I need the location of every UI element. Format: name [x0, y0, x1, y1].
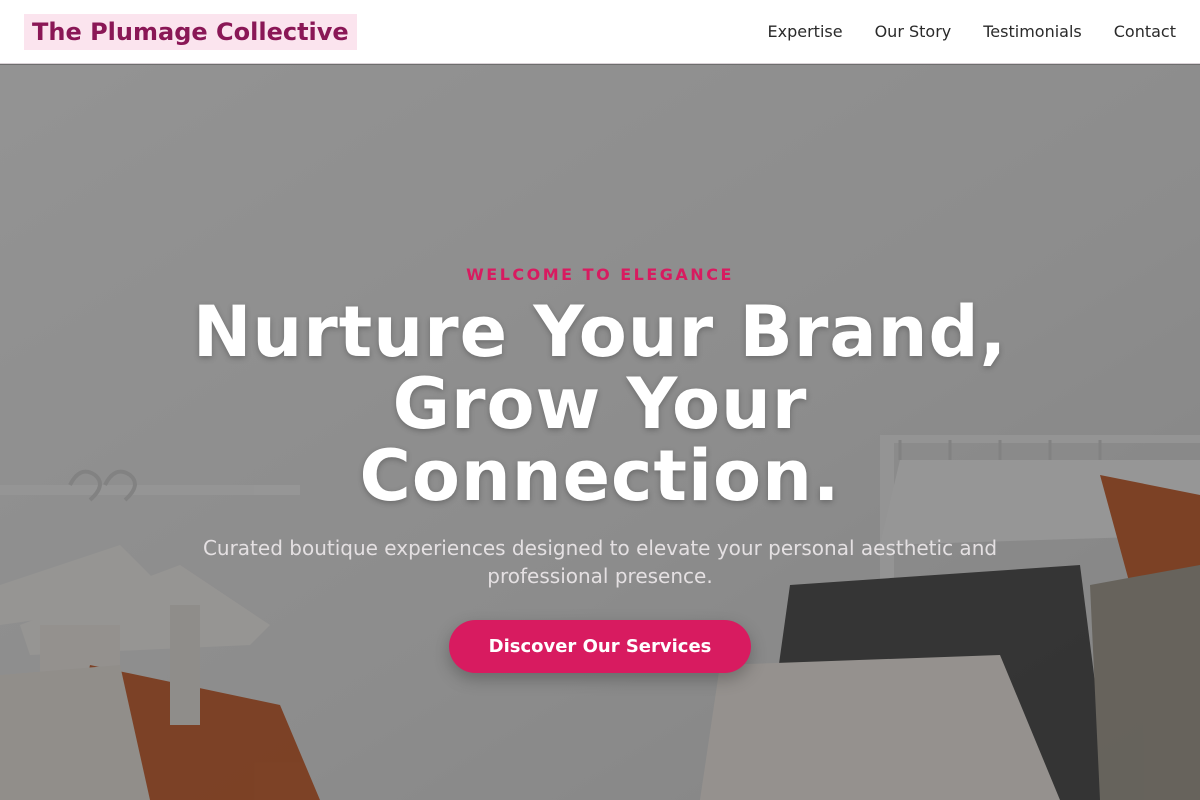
- main-nav: Expertise Our Story Testimonials Contact: [768, 22, 1176, 41]
- hero-section: WELCOME TO ELEGANCE Nurture Your Brand, …: [0, 65, 1200, 800]
- hero-subtitle: Curated boutique experiences designed to…: [202, 536, 998, 588]
- discover-services-button[interactable]: Discover Our Services: [448, 620, 752, 673]
- hero-eyebrow: WELCOME TO ELEGANCE: [466, 265, 734, 284]
- nav-link-testimonials[interactable]: Testimonials: [983, 22, 1082, 41]
- hero-headline: Nurture Your Brand, Grow Your Connection…: [192, 291, 1008, 517]
- brand-logo[interactable]: The Plumage Collective: [24, 13, 357, 50]
- nav-link-expertise[interactable]: Expertise: [768, 22, 843, 41]
- nav-link-contact[interactable]: Contact: [1114, 22, 1176, 41]
- nav-link-our-story[interactable]: Our Story: [875, 22, 952, 41]
- top-navbar: The Plumage Collective Expertise Our Sto…: [0, 0, 1200, 64]
- hero-content: WELCOME TO ELEGANCE Nurture Your Brand, …: [0, 65, 1200, 800]
